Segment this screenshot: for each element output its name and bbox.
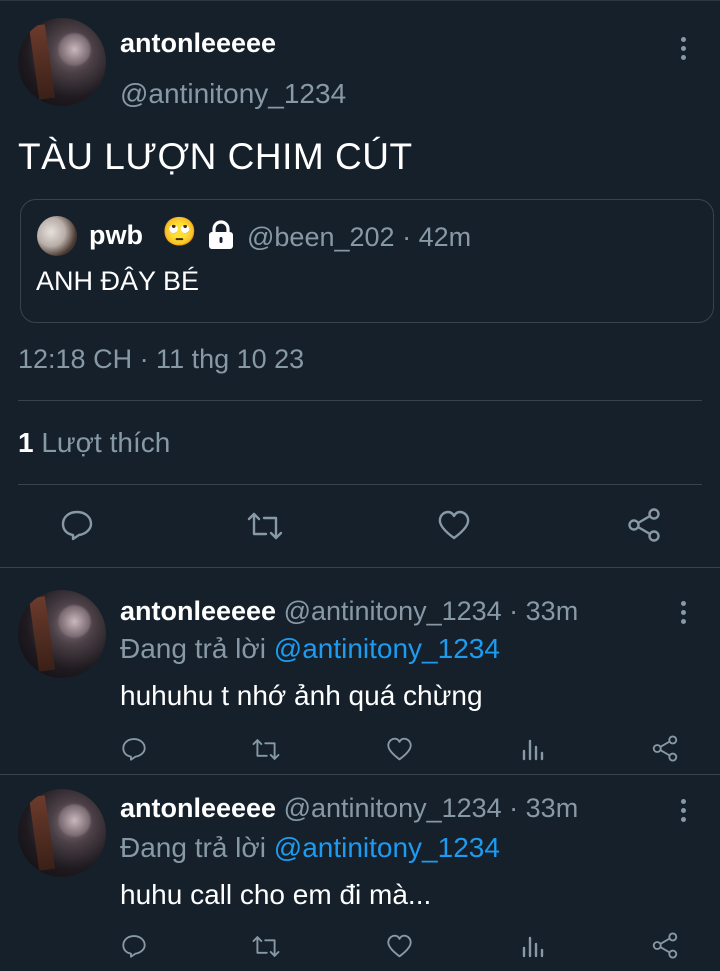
- quote-author-name: pwb: [89, 220, 143, 250]
- replying-to-link[interactable]: @antinitony_1234: [274, 633, 500, 664]
- reply-author-avatar[interactable]: [18, 590, 106, 678]
- replying-to-label: Đang trả lời: [120, 633, 266, 664]
- retweet-icon[interactable]: [246, 510, 284, 547]
- likes-label: Lượt thích: [41, 427, 171, 458]
- reply-header: antonleeeee @antinitony_1234 · 33m: [120, 793, 578, 824]
- replying-to-label: Đang trả lời: [120, 832, 266, 863]
- divider: [18, 484, 702, 485]
- likes-summary[interactable]: 1 Lượt thích: [18, 427, 170, 459]
- retweet-icon[interactable]: [251, 737, 281, 767]
- quote-author-handle[interactable]: @been_202: [247, 222, 395, 252]
- reply-handle-time[interactable]: @antinitony_1234 · 33m: [284, 793, 579, 823]
- reply-tweet[interactable]: antonleeeee @antinitony_1234 · 33m Đang …: [0, 775, 720, 971]
- reply-author-name[interactable]: antonleeeee: [120, 793, 276, 823]
- quote-separator: ·: [402, 222, 412, 252]
- views-icon[interactable]: [521, 934, 545, 963]
- replying-to-link[interactable]: @antinitony_1234: [274, 832, 500, 863]
- more-vertical-icon[interactable]: [681, 799, 687, 826]
- like-icon[interactable]: [437, 509, 471, 546]
- share-icon[interactable]: [651, 932, 679, 964]
- quote-meta: @been_202 · 42m: [247, 222, 471, 253]
- reply-icon[interactable]: [121, 933, 147, 964]
- lock-icon: [205, 220, 237, 250]
- tweet-timestamp[interactable]: 12:18 CH · 11 thg 10 23: [18, 344, 304, 375]
- views-icon[interactable]: [521, 737, 545, 766]
- reply-author-avatar[interactable]: [18, 789, 106, 877]
- author-name[interactable]: antonleeeee: [120, 28, 276, 59]
- face-emoji: 🙄: [162, 216, 197, 247]
- quote-tweet-card[interactable]: pwb 🙄 @been_202 · 42m ANH ĐÂY BÉ: [20, 199, 714, 323]
- share-icon[interactable]: [651, 735, 679, 767]
- quote-text: ANH ĐÂY BÉ: [36, 266, 200, 296]
- reply-text: huhuhu t nhớ ảnh quá chừng: [120, 680, 483, 711]
- reply-handle-time[interactable]: @antinitony_1234 · 33m: [284, 596, 579, 626]
- like-icon[interactable]: [386, 736, 413, 767]
- more-vertical-icon[interactable]: [681, 601, 687, 628]
- top-divider: [0, 0, 720, 1]
- divider: [18, 400, 702, 401]
- replying-to-line: Đang trả lời @antinitony_1234: [120, 633, 500, 665]
- reply-author-name[interactable]: antonleeeee: [120, 596, 276, 626]
- reply-header: antonleeeee @antinitony_1234 · 33m: [120, 596, 578, 627]
- quote-author-avatar[interactable]: [37, 216, 77, 256]
- share-icon[interactable]: [626, 508, 662, 547]
- reply-icon[interactable]: [60, 508, 94, 547]
- reply-icon[interactable]: [121, 736, 147, 767]
- reply-tweet[interactable]: antonleeeee @antinitony_1234 · 33m Đang …: [0, 568, 720, 774]
- replying-to-line: Đang trả lời @antinitony_1234: [120, 832, 500, 864]
- tweet-text: TÀU LƯỢN CHIM CÚT: [18, 136, 413, 177]
- likes-count: 1: [18, 427, 34, 458]
- like-icon[interactable]: [386, 933, 413, 964]
- reply-text: huhu call cho em đi mà...: [120, 879, 432, 910]
- author-handle[interactable]: @antinitony_1234: [120, 78, 346, 110]
- author-avatar[interactable]: [18, 18, 106, 106]
- quote-time: 42m: [418, 222, 472, 252]
- retweet-icon[interactable]: [251, 934, 281, 964]
- more-vertical-icon[interactable]: [681, 37, 687, 64]
